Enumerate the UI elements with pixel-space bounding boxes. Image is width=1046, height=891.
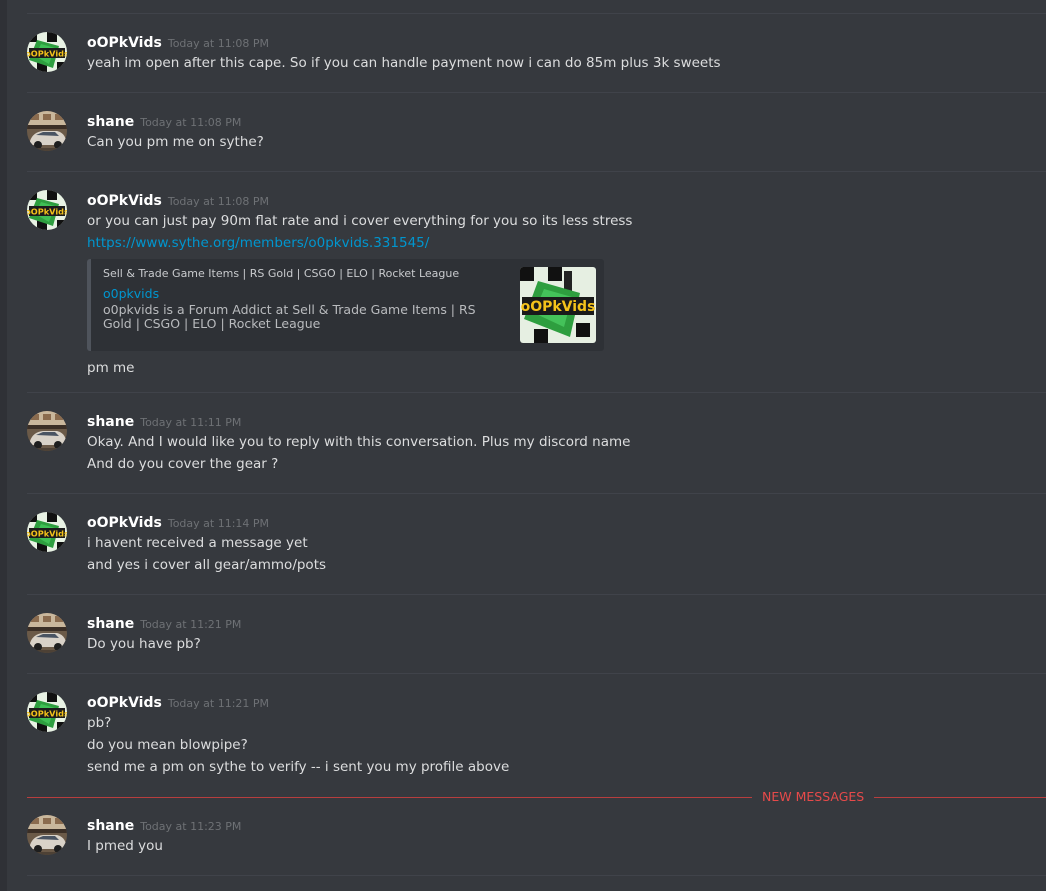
timestamp: Today at 11:08 PM xyxy=(140,116,242,129)
avatar-opk-icon[interactable] xyxy=(27,512,67,552)
username[interactable]: shane xyxy=(87,616,134,632)
message-text: And do you cover the gear ? xyxy=(87,456,279,472)
username[interactable]: oOPkVids xyxy=(87,695,162,711)
avatar-shane-icon[interactable] xyxy=(27,111,67,151)
avatar-opk-icon[interactable] xyxy=(27,190,67,230)
message-divider xyxy=(27,493,1046,494)
message-divider xyxy=(27,13,1046,14)
message-text: yeah im open after this cape. So if you … xyxy=(87,55,721,71)
timestamp: Today at 11:14 PM xyxy=(167,517,270,530)
message-text: send me a pm on sythe to verify -- i sen… xyxy=(87,759,510,775)
message-text: or you can just pay 90m flat rate and i … xyxy=(87,213,633,229)
embed-description: o0pkvids is a Forum Addict at Sell & Tra… xyxy=(103,302,476,331)
left-rail xyxy=(0,0,7,891)
timestamp: Today at 11:23 PM xyxy=(140,820,242,833)
avatar-opk-icon[interactable] xyxy=(27,32,67,72)
timestamp: Today at 11:11 PM xyxy=(140,416,242,429)
link-embed: Sell & Trade Game Items | RS Gold | CSGO… xyxy=(87,259,604,351)
username[interactable]: oOPkVids xyxy=(87,35,162,51)
message-text: pb? xyxy=(87,715,112,731)
message-text: do you mean blowpipe? xyxy=(87,737,248,753)
avatar-shane-icon[interactable] xyxy=(27,613,67,653)
message-text: Can you pm me on sythe? xyxy=(87,134,264,150)
message-text: I pmed you xyxy=(87,838,163,854)
timestamp: Today at 11:21 PM xyxy=(167,697,270,710)
timestamp: Today at 11:21 PM xyxy=(140,618,242,631)
new-messages-divider xyxy=(27,797,1046,798)
message-divider xyxy=(27,392,1046,393)
username[interactable]: shane xyxy=(87,114,134,130)
message-text: Okay. And I would like you to reply with… xyxy=(87,434,631,450)
message-divider xyxy=(27,594,1046,595)
message-divider xyxy=(27,171,1046,172)
message-divider xyxy=(27,92,1046,93)
avatar-shane-icon[interactable] xyxy=(27,815,67,855)
message-text: i havent received a message yet xyxy=(87,535,308,551)
avatar-shane-icon[interactable] xyxy=(27,411,67,451)
embed-thumbnail-label: oOPkVids xyxy=(521,299,596,315)
embed-title-link[interactable]: o0pkvids xyxy=(103,286,159,301)
avatar-opk-icon[interactable] xyxy=(27,692,67,732)
username[interactable]: oOPkVids xyxy=(87,515,162,531)
message-text: pm me xyxy=(87,360,135,376)
timestamp: Today at 11:08 PM xyxy=(167,195,270,208)
embed-provider: Sell & Trade Game Items | RS Gold | CSGO… xyxy=(103,267,460,280)
username[interactable]: oOPkVids xyxy=(87,193,162,209)
timestamp: Today at 11:08 PM xyxy=(167,37,270,50)
chat-messages[interactable]: oOPkVids Today at 11:08 PM yeah im open a… xyxy=(7,0,1046,891)
profile-link[interactable]: https://www.sythe.org/members/o0pkvids.3… xyxy=(87,232,1036,254)
message-text: and yes i cover all gear/ammo/pots xyxy=(87,557,327,573)
new-messages-label: NEW MESSAGES xyxy=(752,788,875,806)
username[interactable]: shane xyxy=(87,414,134,430)
username[interactable]: shane xyxy=(87,818,134,834)
embed-thumbnail-icon[interactable]: oOPkVids xyxy=(520,267,596,343)
message-divider xyxy=(27,875,1046,876)
message-text: Do you have pb? xyxy=(87,636,201,652)
message-divider xyxy=(27,673,1046,674)
